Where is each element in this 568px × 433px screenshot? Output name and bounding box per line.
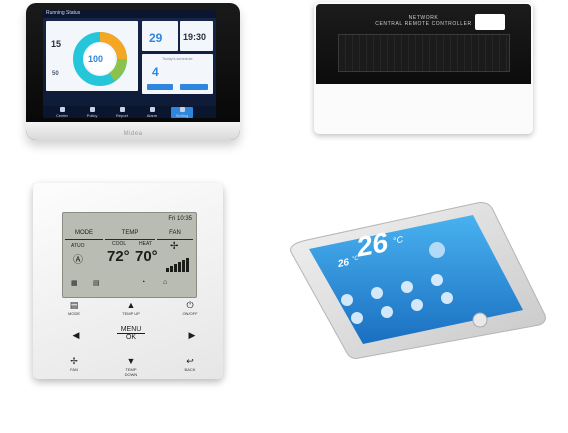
arrow-right-icon: ▶ [188,330,196,340]
smartphone [290,202,546,359]
card3-value: 4 [152,65,159,79]
display-indicator [475,14,505,30]
lcd-heat-label: HEAT [139,241,152,247]
right-button[interactable]: ▶ [180,330,204,341]
ok-label: OK [125,334,137,341]
lcd-cool-temp: 72° [107,248,130,265]
setting-icon [179,107,185,112]
fan-icon-button: ✢ [70,356,78,366]
report-icon [119,107,125,112]
alarm-icon [149,107,155,112]
lcd-time: Fri 10:35 [168,216,192,222]
nav-item-policy[interactable]: Policy [81,107,103,118]
timer-icon: ▤ [93,280,100,287]
central-controller-display: NETWORK CENTRAL REMOTE CONTROLLER [316,4,531,84]
auto-mode-icon: Ⓐ [73,255,83,266]
fan-button[interactable]: ✢ FAN [62,356,86,372]
temp-down-button[interactable]: ▼ TEMP DOWN [119,356,143,377]
schedule-button-right[interactable] [180,84,208,90]
touch-panel-title: Running Status [46,10,81,16]
lcd-header-fan: FAN [157,230,193,240]
menu-label: MENU [117,326,145,334]
lcd-header-temp: TEMP [105,230,155,240]
central-controller-device: NETWORK CENTRAL REMOTE CONTROLLER [314,2,533,134]
card1-value: 29 [149,31,163,45]
home-button[interactable] [472,312,488,328]
schedule-button-left[interactable] [147,84,173,90]
lock-icon: ⌂ [163,279,168,286]
nav-item-setting[interactable]: Setting [171,107,193,118]
policy-icon [89,107,95,112]
card3-title: Today's schedule [162,56,193,61]
arrow-up-icon: ▲ [126,300,136,310]
dial-icon [429,242,445,258]
clock-icon: ◔ [141,279,146,286]
ring-value: 100 [88,54,104,64]
left-button[interactable]: ◀ [64,330,88,341]
lcd-mode-value: ATUO [71,243,85,249]
card2-time: 19:30 [183,32,207,42]
wall-controller-lcd: Fri 10:35 MODE TEMP FAN ATUO Ⓐ COOL HEAT… [62,212,197,298]
left-number-top: 15 [51,39,62,49]
lcd-cool-label: COOL [112,241,127,247]
touch-panel-bezel: Midea [26,122,240,140]
schedule-icon: ▦ [71,280,78,287]
center-icon [59,107,65,112]
nav-item-report[interactable]: Report [111,107,133,118]
mode-button[interactable]: ▤ MODE [62,300,86,316]
mode-icon: ▤ [69,300,79,310]
running-status-card: 15 50 100 [46,21,138,91]
nav-item-alarm[interactable]: Alarm [141,107,163,118]
left-number-bottom: 50 [52,71,59,77]
clock-card: 19:30 [180,21,213,51]
touch-panel-screen: Running Status 15 50 100 29 19:30 Today'… [43,10,216,118]
arrow-left-icon: ◀ [72,330,80,340]
temp-up-button[interactable]: ▲ TEMP UP [119,300,143,316]
menu-ok-button[interactable]: MENU OK [117,326,145,341]
touch-panel-topbar: Running Status [43,10,216,18]
schedule-card: Today's schedule 4 [142,54,213,94]
indoor-card: 29 [142,21,178,51]
touch-panel-navbar: Center Policy Report Alarm Setting [43,106,216,118]
fan-speed-bars-icon [166,258,189,272]
back-button[interactable]: ↩ BACK [178,356,202,372]
phone-small-temp: 26 [338,256,350,271]
lcd-header-mode: MODE [65,230,103,240]
phone-unit: °C [393,234,404,246]
display-segment-grid [338,34,510,72]
arrow-down-icon: ▼ [126,356,136,366]
lcd-heat-temp: 70° [135,248,158,265]
back-icon: ↩ [186,356,194,366]
onoff-button[interactable]: ⏻ ON/OFF [178,300,202,316]
power-icon: ⏻ [186,300,194,310]
phone-big-temp: 26 [357,225,389,264]
nav-item-center[interactable]: Center [51,107,73,118]
fan-icon: ✢ [170,241,179,252]
touch-panel-brand: Midea [123,131,143,137]
